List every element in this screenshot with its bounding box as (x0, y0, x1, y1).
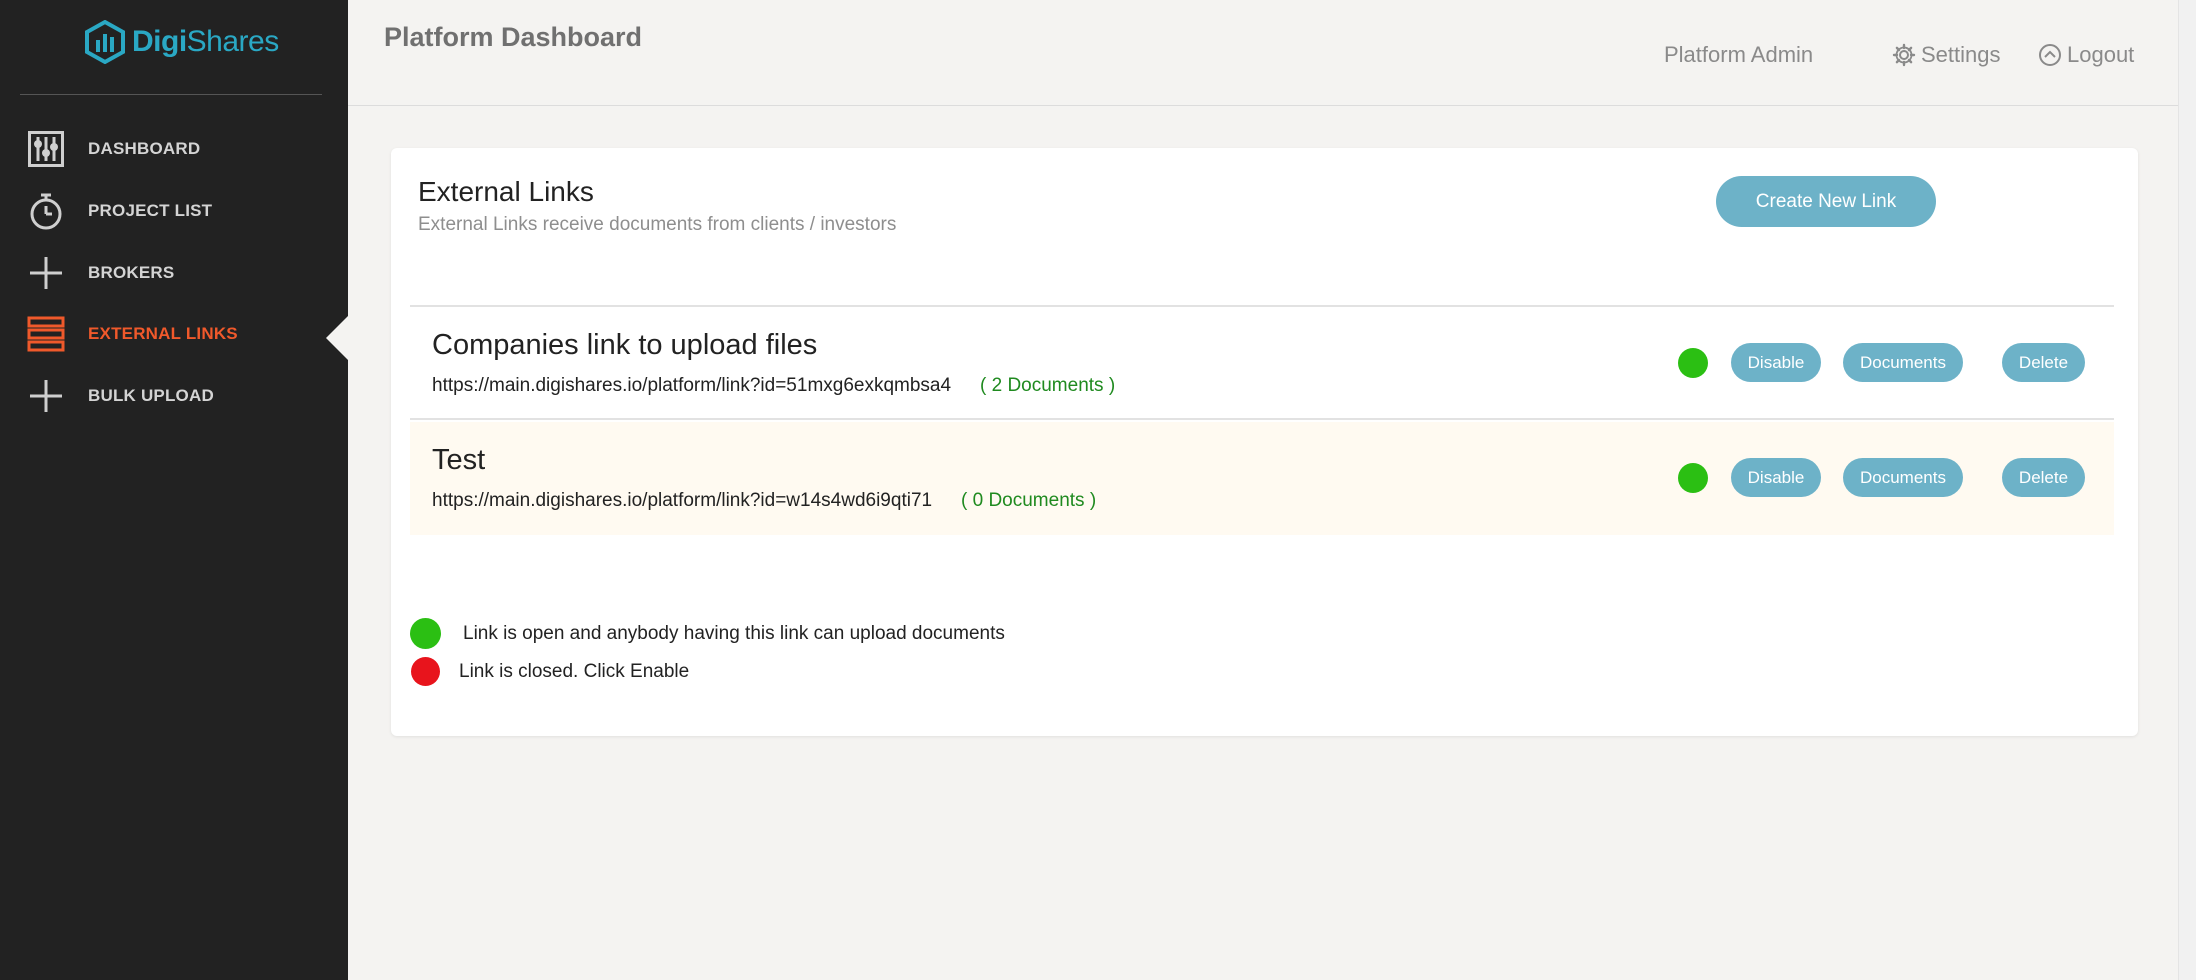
status-open-indicator (1678, 463, 1708, 493)
status-open-indicator (1678, 348, 1708, 378)
sidebar-item-project-list[interactable]: PROJECT LIST (0, 183, 348, 239)
link-name: Test (432, 444, 486, 476)
stacked-list-icon (27, 315, 65, 353)
legend-closed: Link is closed. Click Enable (410, 657, 689, 686)
sidebar-item-bulk-upload[interactable]: BULK UPLOAD (0, 368, 348, 424)
disable-button[interactable]: Disable (1731, 343, 1821, 382)
active-indicator (326, 316, 348, 360)
link-name: Companies link to upload files (432, 329, 818, 361)
settings-label: Settings (1921, 42, 2001, 67)
brand-logo[interactable]: DigiShares (84, 20, 279, 64)
sidebar-item-label: EXTERNAL LINKS (88, 324, 238, 343)
logout-button[interactable]: Logout (2038, 42, 2134, 68)
legend-open-text: Link is open and anybody having this lin… (463, 622, 1005, 644)
legend-closed-text: Link is closed. Click Enable (459, 660, 690, 682)
documents-button[interactable]: Documents (1843, 458, 1963, 497)
gear-icon (1892, 43, 1916, 67)
brand-name: DigiShares (132, 25, 279, 58)
link-url[interactable]: https://main.digishares.io/platform/link… (432, 490, 932, 512)
stopwatch-icon (27, 192, 65, 230)
page-scrollbar[interactable] (2178, 0, 2196, 980)
create-new-link-button[interactable]: Create New Link (1716, 176, 1936, 227)
plus-icon (27, 377, 65, 415)
logout-label: Logout (2067, 42, 2135, 67)
link-row: Test https://main.digishares.io/platform… (410, 422, 2114, 535)
sidebar-item-brokers[interactable]: BROKERS (0, 245, 348, 301)
sidebar-item-label: BROKERS (88, 263, 175, 282)
sidebar-item-label: DASHBOARD (88, 139, 201, 158)
user-role-label: Platform Admin (1664, 42, 1814, 67)
link-row: Companies link to upload files https://m… (410, 307, 2114, 420)
dashboard-sliders-icon (27, 130, 65, 168)
legend-open: Link is open and anybody having this lin… (410, 618, 1005, 649)
sidebar-item-label: BULK UPLOAD (88, 386, 214, 405)
document-count: ( 2 Documents ) (980, 375, 1116, 396)
link-url[interactable]: https://main.digishares.io/platform/link… (432, 375, 951, 397)
sidebar: DigiShares DASHBOARD PROJECT LIST BROKER… (0, 0, 348, 980)
chevron-up-circle-icon (2039, 44, 2061, 66)
sidebar-divider (20, 94, 322, 95)
documents-button[interactable]: Documents (1843, 343, 1963, 382)
delete-button[interactable]: Delete (2002, 458, 2085, 497)
external-links-card: External Links External Links receive do… (391, 148, 2138, 736)
sidebar-item-external-links[interactable]: EXTERNAL LINKS (0, 306, 348, 362)
legend-closed-dot (411, 657, 440, 686)
card-title: External Links (418, 176, 594, 207)
plus-icon (27, 254, 65, 292)
top-header: Platform Dashboard Platform Admin Settin… (348, 0, 2178, 106)
sidebar-item-dashboard[interactable]: DASHBOARD (0, 121, 348, 177)
digishares-logo-icon (85, 20, 125, 64)
settings-button[interactable]: Settings (1892, 42, 2001, 68)
disable-button[interactable]: Disable (1731, 458, 1821, 497)
page-title: Platform Dashboard (384, 22, 643, 52)
document-count: ( 0 Documents ) (961, 490, 1097, 511)
sidebar-item-label: PROJECT LIST (88, 201, 213, 220)
delete-button[interactable]: Delete (2002, 343, 2085, 382)
legend-open-dot (410, 618, 441, 649)
card-subtitle: External Links receive documents from cl… (418, 214, 897, 235)
